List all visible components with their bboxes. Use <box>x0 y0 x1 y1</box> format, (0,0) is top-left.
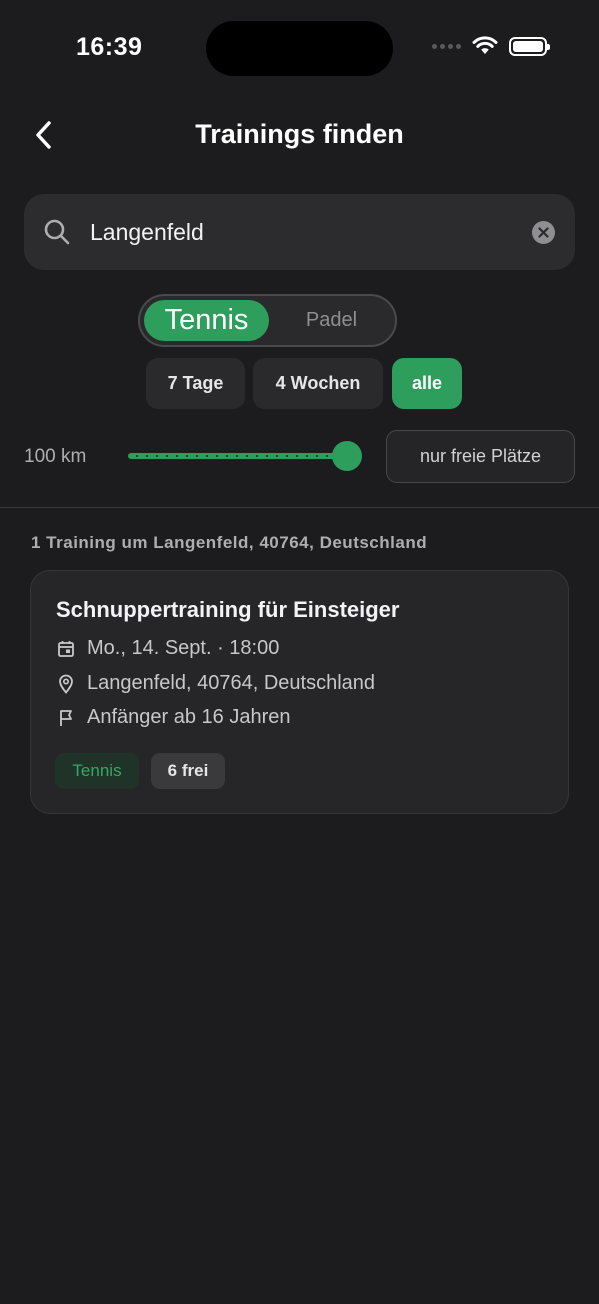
sport-tag: Tennis <box>55 753 139 789</box>
cellular-signal-icon <box>432 43 461 49</box>
divider <box>0 507 599 508</box>
search-value[interactable]: Langenfeld <box>90 219 204 246</box>
free-places-toggle[interactable]: nur freie Plätze <box>386 430 575 483</box>
time-filter-4-weeks[interactable]: 4 Wochen <box>253 358 383 409</box>
slider-ticks <box>132 455 338 457</box>
dynamic-island <box>206 21 393 76</box>
flag-icon <box>55 707 77 729</box>
sport-toggle[interactable]: Tennis Padel <box>138 294 397 347</box>
location-pin-icon <box>55 673 77 695</box>
training-title: Schnuppertraining für Einsteiger <box>56 597 400 622</box>
distance-slider[interactable] <box>128 441 362 471</box>
wifi-icon <box>472 36 498 54</box>
page-title: Trainings finden <box>195 119 404 149</box>
sport-option-tennis[interactable]: Tennis <box>144 300 269 341</box>
training-card[interactable]: Schnuppertraining für Einsteiger Mo., 14… <box>30 570 569 814</box>
screen: 16:39 Trainings finden Langenfeld Tennis… <box>0 0 599 1304</box>
time-filter-7-days[interactable]: 7 Tage <box>146 358 245 409</box>
sport-option-padel[interactable]: Padel <box>272 300 391 341</box>
clear-search-button[interactable] <box>532 221 555 244</box>
status-time: 16:39 <box>76 33 143 61</box>
clear-icon <box>538 227 549 238</box>
free-spots-badge: 6 frei <box>151 753 225 789</box>
time-filter-all[interactable]: alle <box>392 358 462 409</box>
training-date: Mo., 14. Sept. · 18:00 <box>87 637 280 659</box>
training-location-row: Langenfeld, 40764, Deutschland <box>55 672 375 695</box>
training-level-row: Anfänger ab 16 Jahren <box>55 706 291 729</box>
training-location: Langenfeld, 40764, Deutschland <box>87 672 376 694</box>
calendar-icon <box>55 638 77 660</box>
slider-thumb[interactable] <box>332 441 362 471</box>
training-date-row: Mo., 14. Sept. · 18:00 <box>55 637 279 660</box>
distance-label: 100 km <box>24 446 87 467</box>
training-level: Anfänger ab 16 Jahren <box>87 706 291 728</box>
status-icons <box>432 36 550 56</box>
search-icon <box>44 219 70 245</box>
battery-icon <box>509 36 550 56</box>
result-count: 1 Training um Langenfeld, 40764, Deutsch… <box>31 533 428 552</box>
